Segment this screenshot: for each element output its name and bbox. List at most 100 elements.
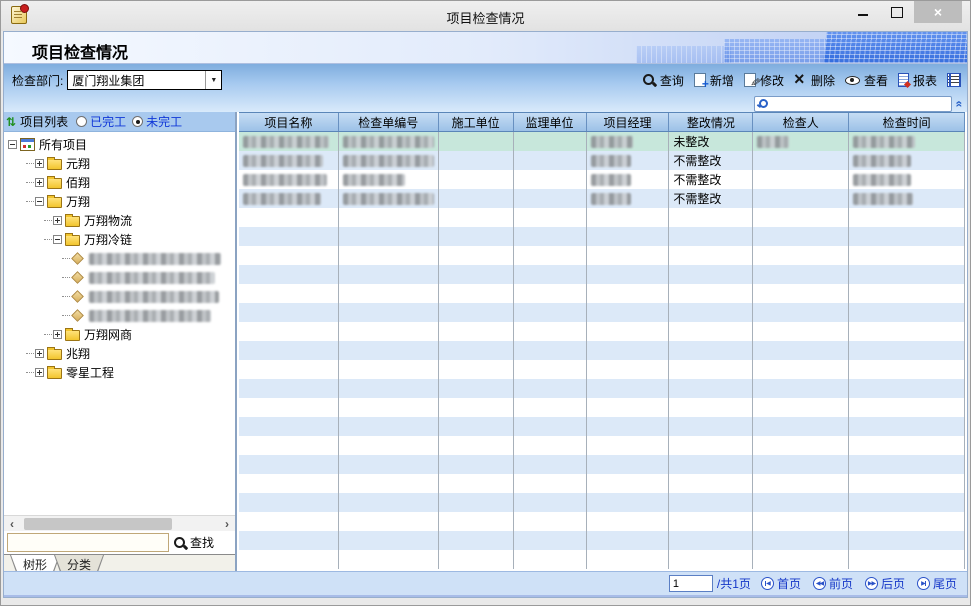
toolbar-button-新增[interactable]: 新增 bbox=[694, 72, 734, 89]
quick-search-input[interactable] bbox=[771, 98, 951, 110]
expand-toggle-icon[interactable] bbox=[53, 216, 62, 225]
table-cell bbox=[239, 265, 339, 284]
table-row-empty[interactable] bbox=[239, 455, 965, 474]
table-row-empty[interactable] bbox=[239, 531, 965, 550]
tree-item-redacted[interactable] bbox=[4, 249, 235, 268]
table-row[interactable]: 未整改 bbox=[239, 132, 965, 151]
find-input[interactable] bbox=[7, 533, 169, 552]
expand-toggle-icon[interactable] bbox=[35, 159, 44, 168]
table-row[interactable]: 不需整改 bbox=[239, 151, 965, 170]
table-row-empty[interactable] bbox=[239, 379, 965, 398]
table-cell bbox=[239, 132, 339, 151]
table-cell bbox=[669, 341, 753, 360]
table-row-empty[interactable] bbox=[239, 208, 965, 227]
pagination-prev-button[interactable]: ◀◀前页 bbox=[813, 575, 853, 592]
table-row-empty[interactable] bbox=[239, 341, 965, 360]
redacted-cell-text bbox=[243, 155, 323, 167]
tree-item-所有项目[interactable]: 所有项目 bbox=[4, 135, 235, 154]
toolbar-button-查看[interactable]: 查看 bbox=[845, 72, 888, 89]
toolbar-button-查询[interactable]: 查询 bbox=[642, 72, 684, 89]
chevron-down-icon[interactable]: ▼ bbox=[205, 71, 221, 89]
table-row-empty[interactable] bbox=[239, 303, 965, 322]
page-number-input[interactable] bbox=[669, 575, 713, 592]
expand-toggle-icon[interactable] bbox=[35, 349, 44, 358]
radio-label[interactable]: 已完工 bbox=[90, 113, 126, 130]
pagination-first-button[interactable]: ◀首页 bbox=[761, 575, 801, 592]
table-row-empty[interactable] bbox=[239, 322, 965, 341]
tab-分类[interactable]: 分类 bbox=[54, 555, 104, 572]
scroll-right-arrow-icon[interactable]: › bbox=[219, 517, 235, 531]
toolbar-button-label: 修改 bbox=[760, 72, 784, 89]
tree-item-万翔网商[interactable]: 万翔网商 bbox=[4, 325, 235, 344]
table-cell bbox=[753, 531, 849, 550]
refresh-icon[interactable]: ⇅ bbox=[6, 115, 16, 129]
column-header-项目名称[interactable]: 项目名称 bbox=[239, 113, 339, 131]
collapse-chevron-icon[interactable]: « bbox=[955, 100, 965, 107]
table-cell bbox=[339, 417, 439, 436]
minimize-button[interactable] bbox=[846, 1, 880, 23]
column-header-监理单位[interactable]: 监理单位 bbox=[514, 113, 587, 131]
table-row-empty[interactable] bbox=[239, 360, 965, 379]
tree-item-佰翔[interactable]: 佰翔 bbox=[4, 173, 235, 192]
pagination-next-button[interactable]: ▶▶后页 bbox=[865, 575, 905, 592]
quick-search[interactable] bbox=[754, 96, 952, 112]
table-row-empty[interactable] bbox=[239, 265, 965, 284]
tree-horizontal-scrollbar[interactable]: ‹ › bbox=[4, 515, 235, 531]
tree-item-redacted[interactable] bbox=[4, 287, 235, 306]
table-cell bbox=[587, 151, 670, 170]
expand-toggle-icon[interactable] bbox=[53, 330, 62, 339]
table-row-empty[interactable] bbox=[239, 284, 965, 303]
tree-item-label: 万翔网商 bbox=[84, 326, 132, 343]
toolbar-button-column-settings[interactable] bbox=[947, 73, 961, 87]
pagination-last-button[interactable]: ▶尾页 bbox=[917, 575, 957, 592]
find-button[interactable]: 查找 bbox=[173, 534, 214, 551]
table-row-empty[interactable] bbox=[239, 398, 965, 417]
dept-select[interactable]: 厦门翔业集团 ▼ bbox=[67, 70, 222, 90]
radio-未完工[interactable] bbox=[132, 116, 143, 127]
tab-树形[interactable]: 树形 bbox=[10, 555, 60, 572]
table-row-empty[interactable] bbox=[239, 246, 965, 265]
toolbar-button-修改[interactable]: 修改 bbox=[744, 72, 784, 89]
table-row-empty[interactable] bbox=[239, 417, 965, 436]
collapse-toggle-icon[interactable] bbox=[53, 235, 62, 244]
close-button[interactable]: × bbox=[914, 1, 962, 23]
table-cell bbox=[849, 341, 965, 360]
table-row-empty[interactable] bbox=[239, 493, 965, 512]
table-cell bbox=[514, 417, 587, 436]
tree-item-兆翔[interactable]: 兆翔 bbox=[4, 344, 235, 363]
tree-item-零星工程[interactable]: 零星工程 bbox=[4, 363, 235, 382]
toolbar-button-报表[interactable]: 报表 bbox=[898, 72, 937, 89]
scrollbar-track[interactable] bbox=[20, 517, 219, 531]
expand-toggle-icon[interactable] bbox=[35, 178, 44, 187]
tree-item-元翔[interactable]: 元翔 bbox=[4, 154, 235, 173]
collapse-toggle-icon[interactable] bbox=[35, 197, 44, 206]
toolbar-button-删除[interactable]: 删除 bbox=[794, 72, 835, 89]
tree-item-label: 佰翔 bbox=[66, 174, 90, 191]
column-header-施工单位[interactable]: 施工单位 bbox=[439, 113, 514, 131]
column-header-检查时间[interactable]: 检查时间 bbox=[849, 113, 965, 131]
tree-item-万翔物流[interactable]: 万翔物流 bbox=[4, 211, 235, 230]
tree-item-万翔冷链[interactable]: 万翔冷链 bbox=[4, 230, 235, 249]
radio-label[interactable]: 未完工 bbox=[146, 113, 182, 130]
tree-item-redacted[interactable] bbox=[4, 268, 235, 287]
column-header-检查单编号[interactable]: 检查单编号 bbox=[339, 113, 439, 131]
expand-toggle-icon[interactable] bbox=[35, 368, 44, 377]
radio-已完工[interactable] bbox=[76, 116, 87, 127]
scroll-left-arrow-icon[interactable]: ‹ bbox=[4, 517, 20, 531]
table-row[interactable]: 不需整改 bbox=[239, 170, 965, 189]
table-row-empty[interactable] bbox=[239, 550, 965, 569]
scrollbar-thumb[interactable] bbox=[24, 518, 172, 530]
table-row-empty[interactable] bbox=[239, 436, 965, 455]
table-cell bbox=[239, 189, 339, 208]
table-row[interactable]: 不需整改 bbox=[239, 189, 965, 208]
tree-item-redacted[interactable] bbox=[4, 306, 235, 325]
tree-item-万翔[interactable]: 万翔 bbox=[4, 192, 235, 211]
table-row-empty[interactable] bbox=[239, 474, 965, 493]
column-header-检查人[interactable]: 检查人 bbox=[753, 113, 849, 131]
collapse-toggle-icon[interactable] bbox=[8, 140, 17, 149]
maximize-button[interactable] bbox=[880, 1, 914, 23]
table-row-empty[interactable] bbox=[239, 227, 965, 246]
column-header-项目经理[interactable]: 项目经理 bbox=[587, 113, 670, 131]
table-row-empty[interactable] bbox=[239, 512, 965, 531]
column-header-整改情况[interactable]: 整改情况 bbox=[669, 113, 753, 131]
